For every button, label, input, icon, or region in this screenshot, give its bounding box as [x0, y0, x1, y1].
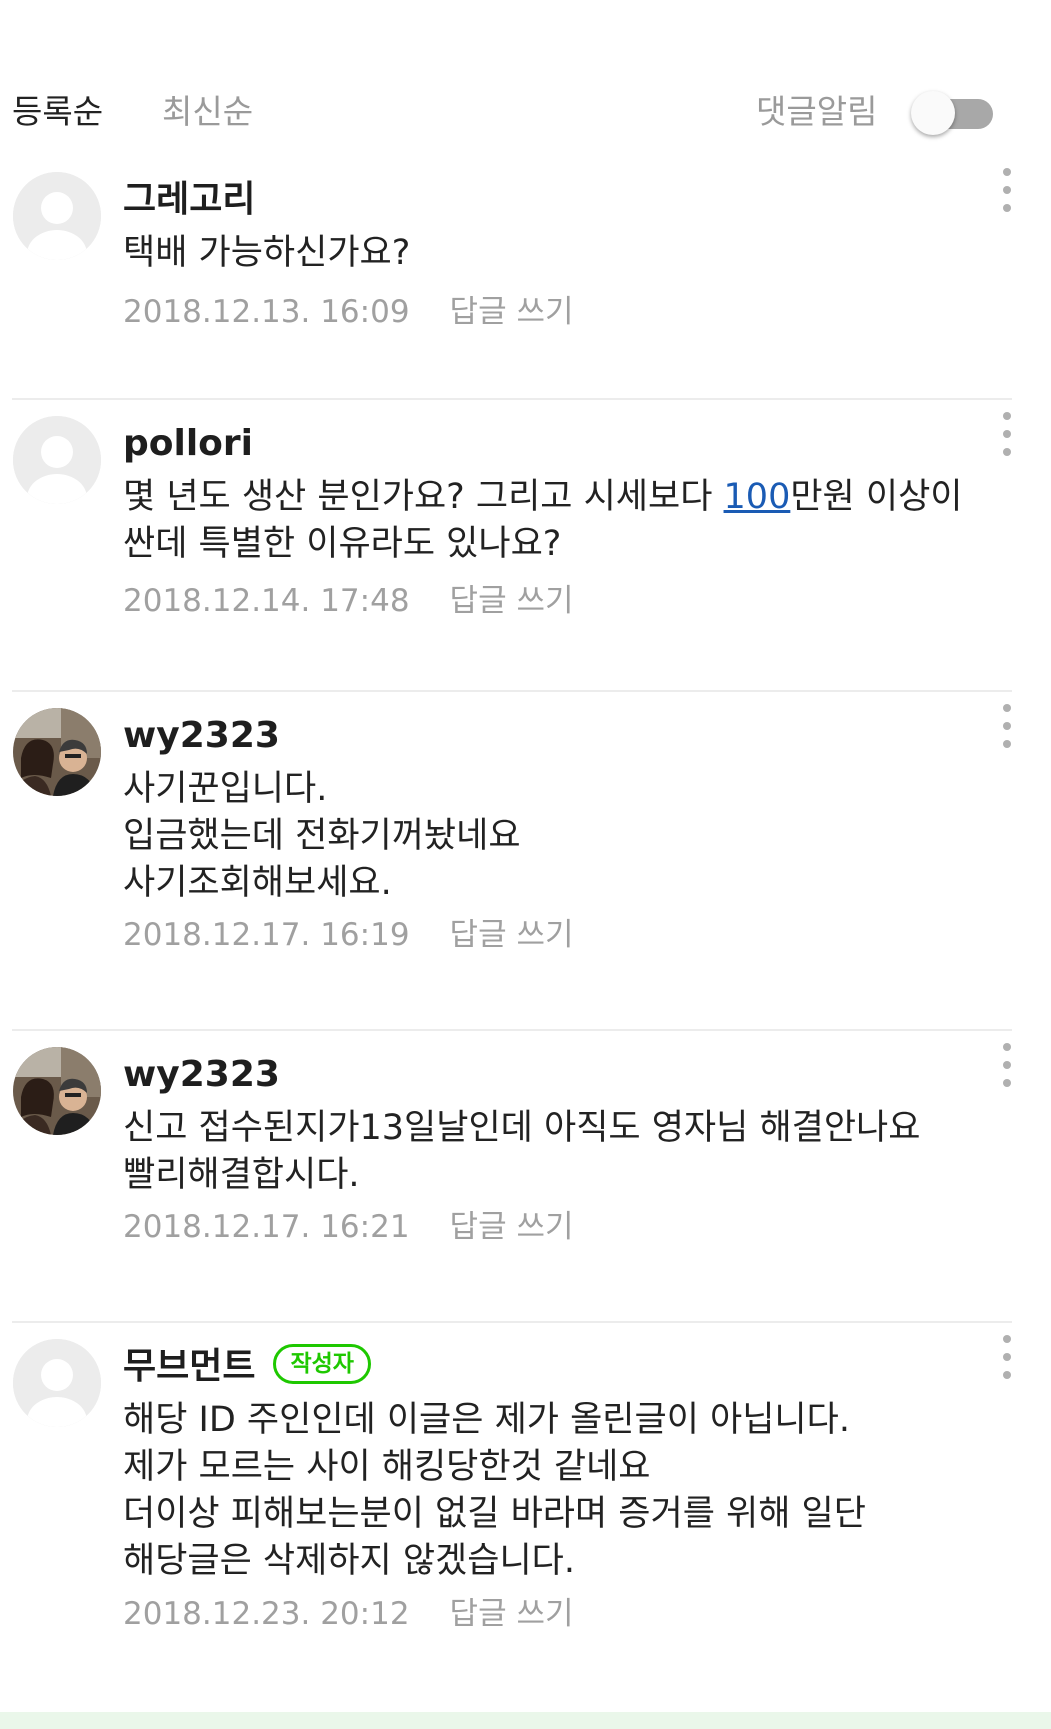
- reply-button[interactable]: 답글 쓰기: [450, 1209, 574, 1245]
- comment-text-segment: 만원 이상이: [790, 477, 963, 517]
- comment-text-line: 신고 접수된지가13일날인데 아직도 영자님 해결안나요: [123, 1108, 921, 1148]
- comment-notify-toggle[interactable]: [911, 91, 993, 135]
- comment-author[interactable]: wy2323: [123, 714, 280, 758]
- comment-text: 신고 접수된지가13일날인데 아직도 영자님 해결안나요 빨리해결합시다.: [123, 1105, 1023, 1199]
- comment-text-line: 택배 가능하신가요?: [123, 233, 411, 273]
- comment-text-line: 싼데 특별한 이유라도 있나요?: [123, 524, 562, 564]
- default-profile-icon: [13, 1339, 101, 1427]
- comment-text-line: 사기꾼입니다.: [123, 769, 328, 809]
- comment-date: 2018.12.17. 16:19: [123, 917, 410, 953]
- more-options-icon[interactable]: [994, 410, 1018, 462]
- avatar[interactable]: [13, 172, 101, 260]
- comment-date: 2018.12.17. 16:21: [123, 1209, 410, 1245]
- comment-meta: 2018.12.17. 16:19 답글 쓰기: [123, 915, 573, 955]
- sort-registered-tab[interactable]: 등록순: [12, 82, 103, 142]
- comment-text-line: 더이상 피해보는분이 없길 바라며 증거를 위해 일단: [123, 1494, 866, 1534]
- profile-photo: [13, 708, 101, 796]
- comment-author-name[interactable]: 무브먼트: [123, 1346, 255, 1387]
- default-profile-icon: [13, 172, 101, 260]
- bottom-bar: [0, 1712, 1051, 1729]
- comment-text-line: 해당글은 삭제하지 않겠습니다.: [123, 1541, 575, 1581]
- profile-photo: [13, 1047, 101, 1135]
- comment-meta: 2018.12.14. 17:48 답글 쓰기: [123, 581, 573, 621]
- comment-divider: [12, 1029, 1012, 1031]
- comment-divider: [12, 398, 1012, 400]
- comment-meta: 2018.12.23. 20:12 답글 쓰기: [123, 1594, 573, 1634]
- comments-page: 등록순 최신순 댓글알림 그레고리 택배 가능하신가요? 2018.12.13.…: [0, 0, 1051, 1729]
- comment-text-line: 제가 모르는 사이 해킹당한것 같네요: [123, 1447, 651, 1487]
- default-profile-icon: [13, 416, 101, 504]
- comment-text-line: 사기조회해보세요.: [123, 863, 392, 903]
- comment-meta: 2018.12.13. 16:09 답글 쓰기: [123, 292, 573, 332]
- reply-button[interactable]: 답글 쓰기: [450, 917, 574, 953]
- avatar[interactable]: [13, 1047, 101, 1135]
- reply-button[interactable]: 답글 쓰기: [450, 1596, 574, 1632]
- comment-author[interactable]: 그레고리: [123, 178, 255, 222]
- price-link[interactable]: 100: [724, 477, 791, 517]
- comment-text-segment: 몇 년도 생산 분인가요? 그리고 시세보다: [123, 477, 724, 517]
- comment-text: 사기꾼입니다. 입금했는데 전화기꺼놨네요 사기조회해보세요.: [123, 766, 1023, 907]
- comment-divider: [12, 690, 1012, 692]
- avatar[interactable]: [13, 1339, 101, 1427]
- comment-date: 2018.12.23. 20:12: [123, 1596, 410, 1632]
- writer-badge: 작성자: [273, 1344, 371, 1384]
- comment-text-line: 몇 년도 생산 분인가요? 그리고 시세보다 100만원 이상이: [123, 474, 1023, 521]
- comment-text: 몇 년도 생산 분인가요? 그리고 시세보다 100만원 이상이 싼데 특별한 …: [123, 474, 1023, 568]
- avatar[interactable]: [13, 416, 101, 504]
- comment-sort-bar: 등록순 최신순 댓글알림: [0, 82, 1051, 142]
- toggle-knob: [911, 91, 955, 135]
- reply-button[interactable]: 답글 쓰기: [450, 294, 574, 330]
- more-options-icon[interactable]: [994, 166, 1018, 218]
- comment-text: 택배 가능하신가요?: [123, 230, 1023, 277]
- sort-newest-tab[interactable]: 최신순: [162, 82, 253, 142]
- more-options-icon[interactable]: [994, 1333, 1018, 1385]
- comment-author[interactable]: pollori: [123, 422, 253, 466]
- more-options-icon[interactable]: [994, 702, 1018, 754]
- comment-date: 2018.12.14. 17:48: [123, 583, 410, 619]
- comment-author[interactable]: wy2323: [123, 1053, 280, 1097]
- comment-text-line: 해당 ID 주인인데 이글은 제가 올린글이 아닙니다.: [123, 1400, 850, 1440]
- comment-author: 무브먼트 작성자: [123, 1344, 371, 1389]
- comment-meta: 2018.12.17. 16:21 답글 쓰기: [123, 1207, 573, 1247]
- comment-notify-label: 댓글알림: [756, 92, 878, 131]
- more-options-icon[interactable]: [994, 1041, 1018, 1093]
- comment-text: 해당 ID 주인인데 이글은 제가 올린글이 아닙니다. 제가 모르는 사이 해…: [123, 1397, 1023, 1585]
- comment-divider: [12, 1321, 1012, 1323]
- reply-button[interactable]: 답글 쓰기: [450, 583, 574, 619]
- avatar[interactable]: [13, 708, 101, 796]
- comment-date: 2018.12.13. 16:09: [123, 294, 410, 330]
- comment-text-line: 입금했는데 전화기꺼놨네요: [123, 816, 521, 856]
- comment-text-line: 빨리해결합시다.: [123, 1155, 360, 1195]
